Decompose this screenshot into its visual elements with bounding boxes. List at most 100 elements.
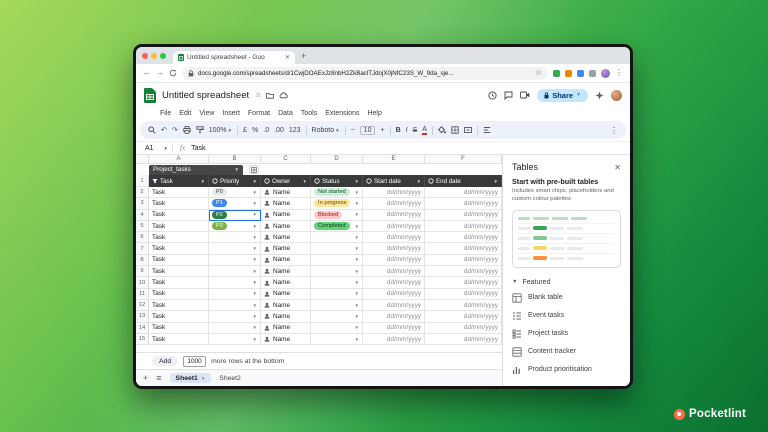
cell-start-date[interactable]: dd/mm/yyyy bbox=[363, 289, 425, 300]
dropdown-icon[interactable]: ▼ bbox=[253, 224, 257, 229]
cell-end-date[interactable]: dd/mm/yyyy bbox=[425, 187, 502, 198]
cell-owner[interactable]: Name bbox=[261, 243, 311, 254]
row-number[interactable]: 5 bbox=[136, 221, 149, 232]
panel-item-product-prioritisation[interactable]: Product prioritisation bbox=[503, 361, 630, 379]
cell-owner[interactable]: Name bbox=[261, 311, 311, 322]
cell-task[interactable]: Task bbox=[149, 221, 209, 232]
dropdown-icon[interactable]: ▼ bbox=[253, 190, 257, 195]
menu-format[interactable]: Format bbox=[248, 110, 270, 117]
featured-section-header[interactable]: ▼ Featured bbox=[503, 274, 630, 289]
version-history-icon[interactable] bbox=[488, 91, 497, 100]
browser-tab[interactable]: Untitled spreadsheet - Goo ✕ bbox=[173, 51, 295, 64]
cell-owner[interactable]: Name bbox=[261, 300, 311, 311]
decrease-decimals-button[interactable]: .0 bbox=[263, 127, 269, 134]
row-number[interactable]: 13 bbox=[136, 311, 149, 322]
more-formats-button[interactable]: 123 bbox=[289, 127, 301, 134]
cell-status[interactable]: ▼ bbox=[311, 323, 363, 334]
cell-status[interactable]: Blocked▼ bbox=[311, 210, 363, 221]
cell-task[interactable]: Task bbox=[149, 187, 209, 198]
menu-edit[interactable]: Edit bbox=[179, 110, 191, 117]
chevron-down-icon[interactable]: ▼ bbox=[303, 179, 307, 184]
close-window-icon[interactable] bbox=[142, 53, 148, 59]
cell-end-date[interactable]: dd/mm/yyyy bbox=[425, 300, 502, 311]
dropdown-icon[interactable]: ▼ bbox=[355, 246, 359, 251]
panel-item-content-tracker[interactable]: Content tracker bbox=[503, 343, 630, 361]
cell-task[interactable]: Task bbox=[149, 289, 209, 300]
cell-start-date[interactable]: dd/mm/yyyy bbox=[363, 243, 425, 254]
cell-start-date[interactable]: dd/mm/yyyy bbox=[363, 221, 425, 232]
cell-start-date[interactable]: dd/mm/yyyy bbox=[363, 232, 425, 243]
extensions-puzzle-icon[interactable] bbox=[589, 70, 596, 77]
cloud-status-icon[interactable] bbox=[279, 92, 288, 99]
cell-end-date[interactable]: dd/mm/yyyy bbox=[425, 221, 502, 232]
menu-tools[interactable]: Tools bbox=[301, 110, 317, 117]
font-select[interactable]: Roboto▼ bbox=[312, 127, 340, 134]
dropdown-icon[interactable]: ▼ bbox=[253, 269, 257, 274]
paint-format-icon[interactable] bbox=[196, 126, 204, 134]
cell-owner[interactable]: Name bbox=[261, 187, 311, 198]
extension-icon[interactable] bbox=[565, 70, 572, 77]
cell-task[interactable]: Task bbox=[149, 243, 209, 254]
cell-owner[interactable]: Name bbox=[261, 334, 311, 345]
percent-format-button[interactable]: % bbox=[252, 127, 258, 134]
dropdown-icon[interactable]: ▼ bbox=[253, 291, 257, 296]
menu-view[interactable]: View bbox=[199, 110, 214, 117]
rows-count-input[interactable] bbox=[183, 356, 206, 367]
chevron-down-icon[interactable]: ▼ bbox=[494, 179, 498, 184]
cell-status[interactable]: ▼ bbox=[311, 334, 363, 345]
cell-priority[interactable]: P3▼ bbox=[209, 221, 261, 232]
dropdown-icon[interactable]: ▼ bbox=[355, 235, 359, 240]
row-number[interactable]: 7 bbox=[136, 243, 149, 254]
dropdown-icon[interactable]: ▼ bbox=[253, 280, 257, 285]
cell-owner[interactable]: Name bbox=[261, 289, 311, 300]
toolbar-more-icon[interactable]: ⋮ bbox=[610, 126, 618, 135]
cell-priority[interactable]: ▼ bbox=[209, 243, 261, 254]
strikethrough-button[interactable]: S bbox=[413, 127, 418, 134]
dropdown-icon[interactable]: ▼ bbox=[355, 269, 359, 274]
cell-end-date[interactable]: dd/mm/yyyy bbox=[425, 255, 502, 266]
cell-end-date[interactable]: dd/mm/yyyy bbox=[425, 334, 502, 345]
cell-task[interactable]: Task bbox=[149, 232, 209, 243]
row-number[interactable]: 2 bbox=[136, 187, 149, 198]
redo-icon[interactable]: ↷ bbox=[172, 126, 178, 134]
undo-icon[interactable]: ↶ bbox=[161, 126, 167, 134]
table-grid-icon[interactable] bbox=[249, 165, 259, 174]
menu-insert[interactable]: Insert bbox=[222, 110, 240, 117]
column-header-a[interactable]: A bbox=[149, 155, 209, 164]
cell-priority[interactable]: ▼ bbox=[209, 289, 261, 300]
dropdown-icon[interactable]: ▼ bbox=[355, 212, 359, 217]
cell-status[interactable]: ▼ bbox=[311, 289, 363, 300]
back-icon[interactable]: ← bbox=[143, 69, 151, 77]
cell-start-date[interactable]: dd/mm/yyyy bbox=[363, 255, 425, 266]
cell-start-date[interactable]: dd/mm/yyyy bbox=[363, 323, 425, 334]
extension-icon[interactable] bbox=[553, 70, 560, 77]
print-icon[interactable] bbox=[183, 126, 191, 134]
extension-icon[interactable] bbox=[577, 70, 584, 77]
cell-task[interactable]: Task bbox=[149, 266, 209, 277]
cell-status[interactable]: ▼ bbox=[311, 277, 363, 288]
dropdown-icon[interactable]: ▼ bbox=[355, 303, 359, 308]
add-sheet-icon[interactable]: + bbox=[143, 374, 148, 383]
cell-priority[interactable]: P1▼ bbox=[209, 198, 261, 209]
cell-status[interactable]: ▼ bbox=[311, 232, 363, 243]
currency-format-button[interactable]: £ bbox=[243, 127, 247, 134]
cell-priority[interactable]: ▼ bbox=[209, 334, 261, 345]
cell-priority[interactable]: ▼ bbox=[209, 311, 261, 322]
cell-end-date[interactable]: dd/mm/yyyy bbox=[425, 323, 502, 334]
search-icon[interactable] bbox=[148, 126, 156, 134]
row-number[interactable]: 15 bbox=[136, 334, 149, 345]
cell-status[interactable]: ▼ bbox=[311, 311, 363, 322]
menu-file[interactable]: File bbox=[160, 110, 171, 117]
cell-start-date[interactable]: dd/mm/yyyy bbox=[363, 277, 425, 288]
cell-owner[interactable]: Name bbox=[261, 232, 311, 243]
account-avatar[interactable] bbox=[611, 90, 622, 101]
header-task[interactable]: Task▼ bbox=[149, 175, 209, 187]
cell-task[interactable]: Task bbox=[149, 311, 209, 322]
cell-start-date[interactable]: dd/mm/yyyy bbox=[363, 266, 425, 277]
horizontal-align-icon[interactable] bbox=[483, 126, 491, 134]
row-number[interactable]: 12 bbox=[136, 300, 149, 311]
all-sheets-icon[interactable]: ≡ bbox=[156, 374, 161, 383]
cell-end-date[interactable]: dd/mm/yyyy bbox=[425, 266, 502, 277]
share-dropdown-icon[interactable]: ▼ bbox=[576, 92, 581, 98]
chevron-down-icon[interactable]: ▼ bbox=[253, 179, 257, 184]
